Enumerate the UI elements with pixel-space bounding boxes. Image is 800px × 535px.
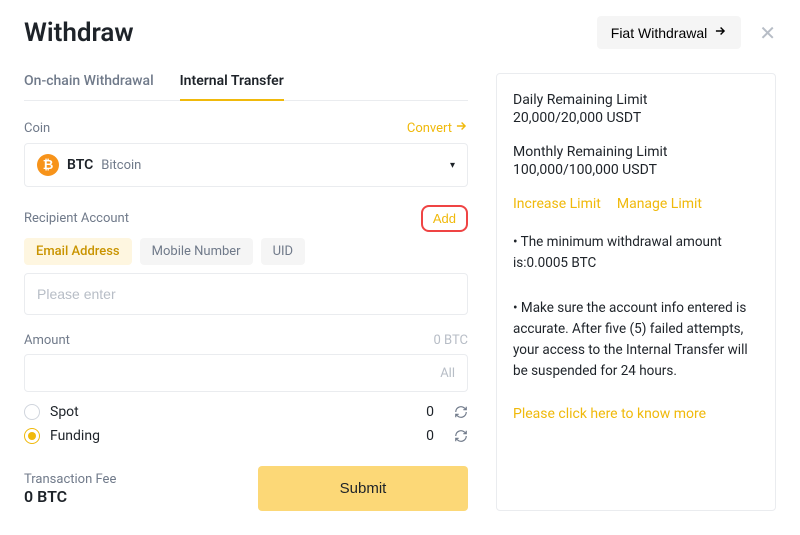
amount-balance-hint: 0 BTC [434,333,469,348]
convert-label: Convert [407,121,452,136]
amount-all-button[interactable]: All [440,366,455,381]
refresh-icon[interactable] [454,429,468,443]
min-withdrawal-note: • The minimum withdrawal amount is:0.000… [513,232,759,274]
wallet-balance-spot: 0 [426,404,434,420]
recipient-type-uid[interactable]: UID [261,238,306,265]
coin-select[interactable]: ₿ BTC Bitcoin ▾ [24,143,468,187]
submit-button[interactable]: Submit [258,466,468,511]
chevron-down-icon: ▾ [450,160,455,171]
increase-limit-link[interactable]: Increase Limit [513,196,601,212]
fee-label: Transaction Fee [24,472,116,487]
radio-spot[interactable] [24,404,40,420]
convert-link[interactable]: Convert [407,119,468,137]
wallet-balance-funding: 0 [426,428,434,444]
fiat-withdrawal-button[interactable]: Fiat Withdrawal [597,16,741,49]
wallet-name-funding: Funding [50,428,416,444]
recipient-type-mobile[interactable]: Mobile Number [140,238,253,265]
daily-limit-value: 20,000/20,000 USDT [513,110,759,126]
arrow-right-icon [454,119,468,137]
recipient-input[interactable] [24,273,468,315]
coin-name: Bitcoin [101,158,141,173]
monthly-limit-value: 100,000/100,000 USDT [513,162,759,178]
add-recipient-button[interactable]: Add [421,205,468,232]
accuracy-note: • Make sure the account info entered is … [513,298,759,382]
amount-label: Amount [24,333,70,348]
fiat-withdrawal-label: Fiat Withdrawal [611,25,707,41]
bitcoin-icon: ₿ [37,154,59,176]
coin-symbol: BTC [67,157,93,173]
refresh-icon[interactable] [454,405,468,419]
daily-limit-label: Daily Remaining Limit [513,92,759,108]
monthly-limit-label: Monthly Remaining Limit [513,144,759,160]
limits-panel: Daily Remaining Limit 20,000/20,000 USDT… [496,73,776,511]
amount-input[interactable] [37,365,440,381]
fee-value: 0 BTC [24,487,116,506]
manage-limit-link[interactable]: Manage Limit [617,196,702,212]
recipient-label: Recipient Account [24,211,129,226]
tab-onchain[interactable]: On-chain Withdrawal [24,73,154,100]
wallet-name-spot: Spot [50,404,416,420]
withdraw-tabs: On-chain Withdrawal Internal Transfer [24,73,468,101]
wallet-row-funding[interactable]: Funding 0 [24,424,468,448]
arrow-right-icon [713,24,727,41]
recipient-type-email[interactable]: Email Address [24,238,132,265]
close-icon[interactable]: ✕ [759,23,776,43]
coin-label: Coin [24,121,50,136]
know-more-link[interactable]: Please click here to know more [513,406,759,422]
transaction-fee: Transaction Fee 0 BTC [24,472,116,506]
radio-funding[interactable] [24,428,40,444]
tab-internal-transfer[interactable]: Internal Transfer [180,73,284,101]
page-title: Withdraw [24,18,134,48]
wallet-row-spot[interactable]: Spot 0 [24,400,468,424]
